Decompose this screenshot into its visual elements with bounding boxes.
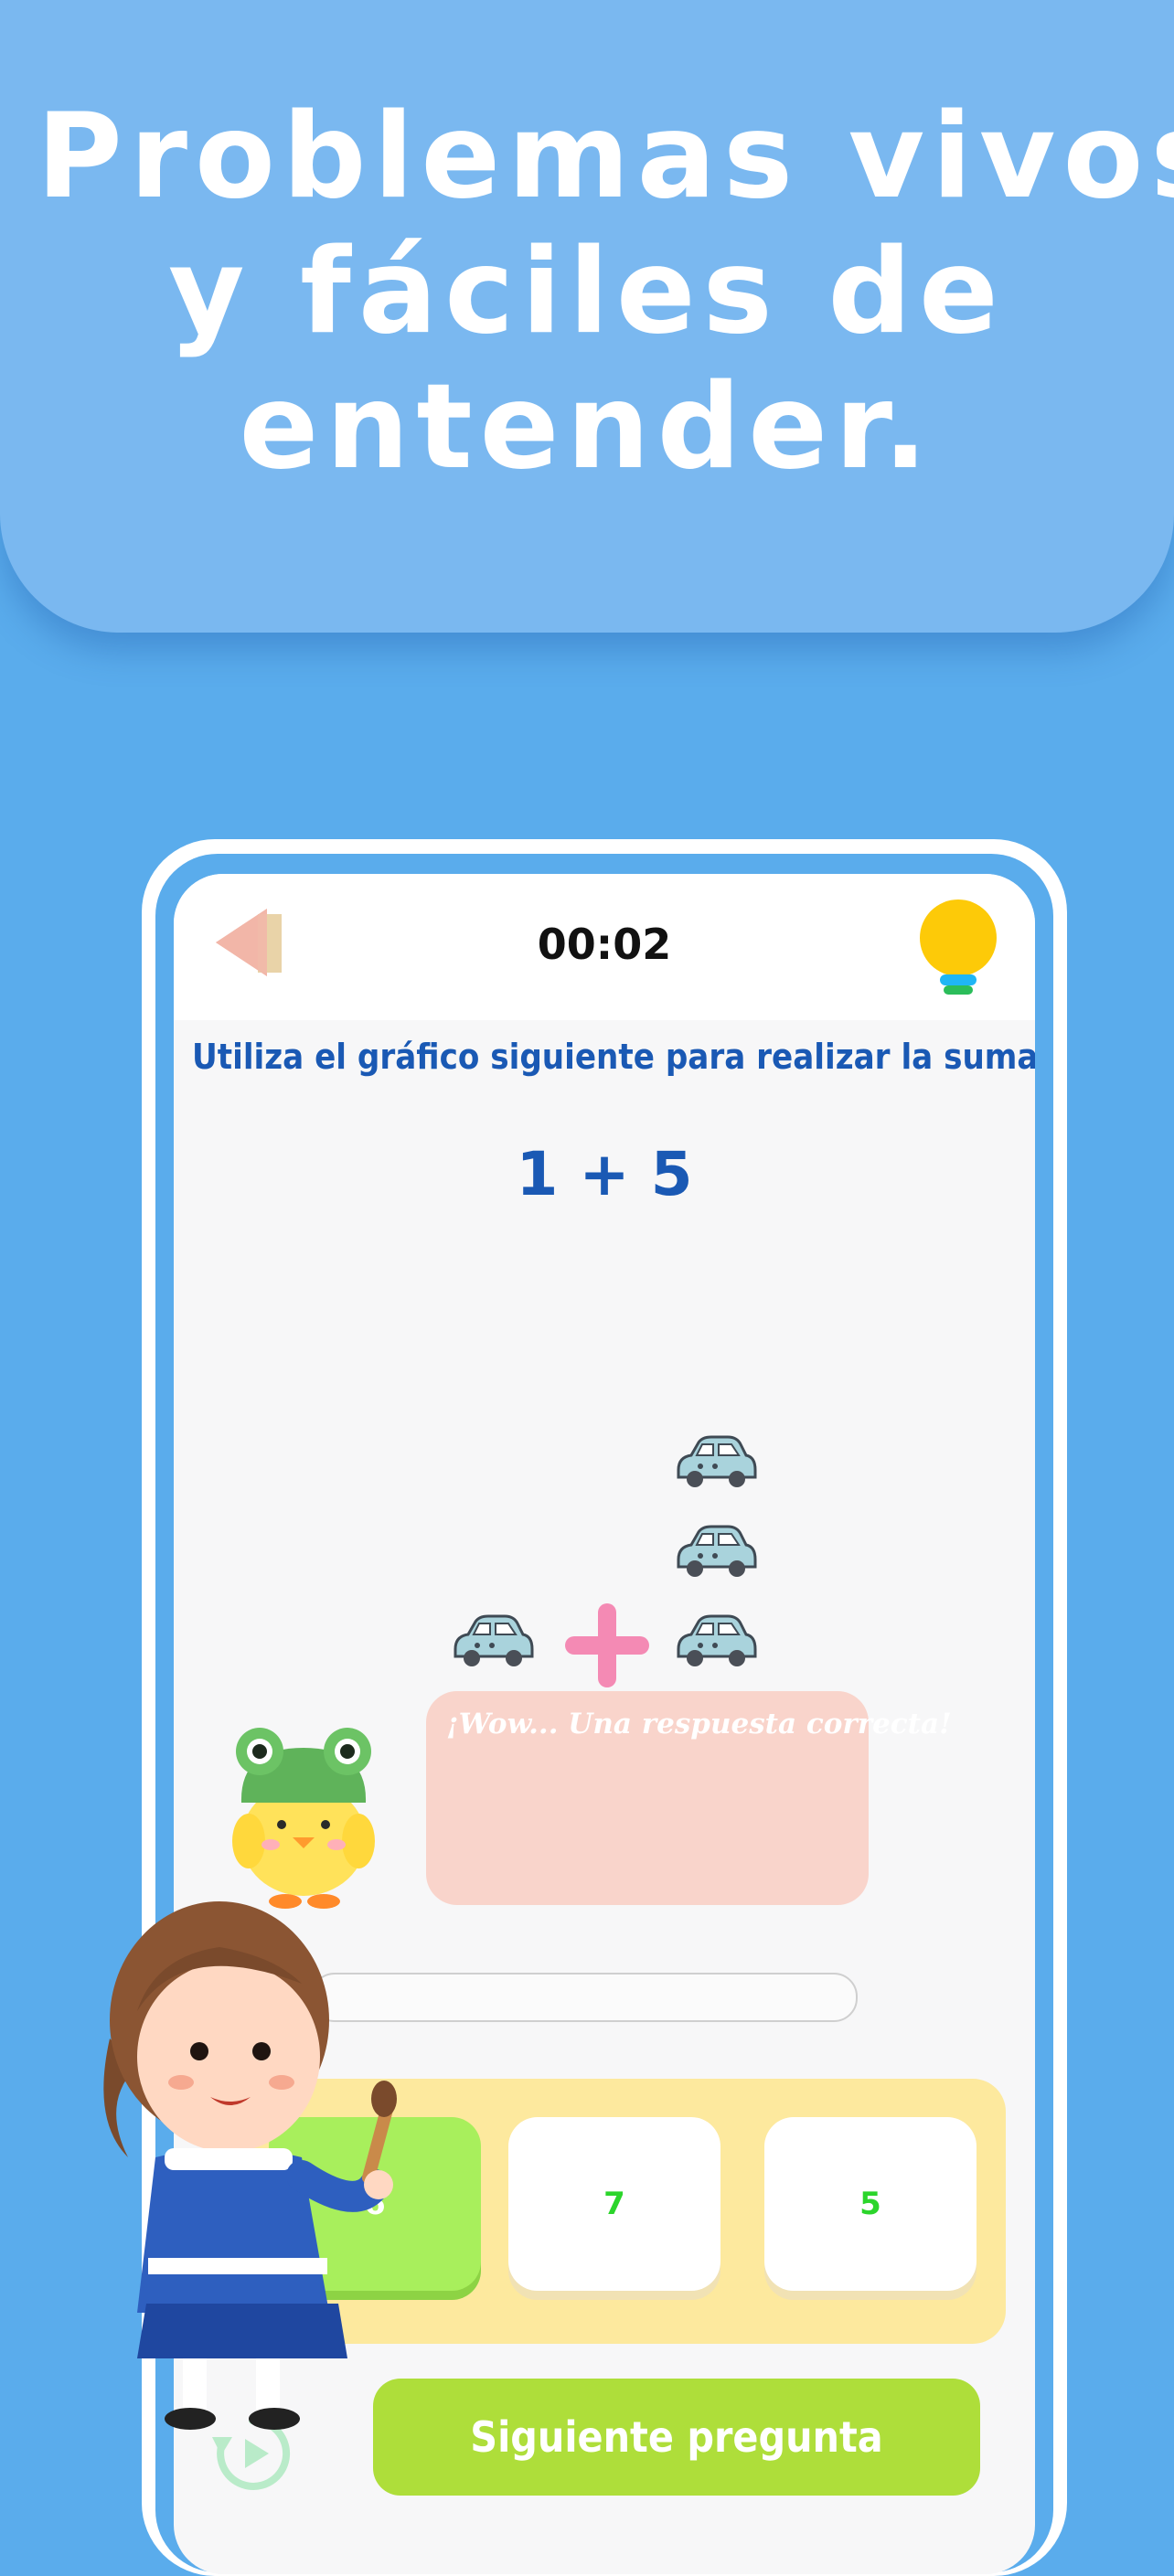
feedback-text: ¡Wow... Una respuesta correcta! — [446, 1708, 952, 1740]
lightbulb-icon[interactable] — [914, 898, 1002, 1000]
top-bar: 00:02 — [174, 874, 1035, 1020]
car-icon — [677, 1525, 757, 1577]
headline-line-1: Problemas vivos — [37, 89, 1174, 225]
plus-icon — [565, 1603, 649, 1687]
car-icon — [677, 1435, 757, 1487]
girl-character — [103, 1901, 397, 2430]
equation: 1 + 5 — [516, 1139, 693, 1209]
feedback-bubble: ¡Wow... Una respuesta correcta! — [426, 1691, 952, 1905]
headline-line-2: y fáciles de — [168, 224, 1006, 360]
car-icon — [677, 1614, 757, 1666]
promo-headline: Problemas vivos y fáciles de entender. — [37, 89, 1174, 495]
question-text: Utiliza el gráfico siguiente para realiz… — [192, 1037, 1035, 1077]
headline-line-3: entender. — [239, 359, 935, 495]
answer-option-3[interactable]: 5 — [764, 2117, 977, 2291]
next-question-button[interactable]: Siguiente pregunta — [373, 2379, 980, 2496]
timer: 00:02 — [537, 920, 672, 969]
car-icon — [454, 1614, 534, 1666]
answer-option-2[interactable]: 7 — [508, 2117, 720, 2291]
